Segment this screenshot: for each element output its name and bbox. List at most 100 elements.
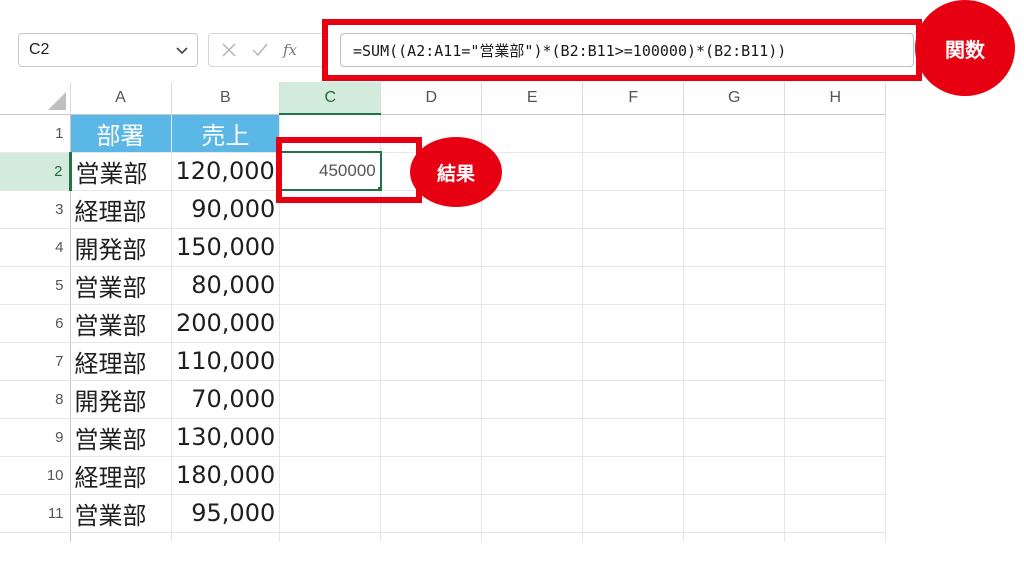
cell-c8[interactable] xyxy=(279,380,382,419)
cell-h2[interactable] xyxy=(784,152,887,191)
cell-h6[interactable] xyxy=(784,304,887,343)
column-header-b[interactable]: B xyxy=(171,82,281,115)
cell-e9[interactable] xyxy=(481,418,584,457)
cell-c9[interactable] xyxy=(279,418,382,457)
cell-b8[interactable]: 70,000 xyxy=(171,380,281,419)
cell-e10[interactable] xyxy=(481,456,584,495)
cell-h7[interactable] xyxy=(784,342,887,381)
cell-b5[interactable]: 80,000 xyxy=(171,266,281,305)
row-header[interactable]: 3 xyxy=(0,190,71,229)
cancel-icon[interactable] xyxy=(221,42,237,58)
cell-d5[interactable] xyxy=(380,266,483,305)
cell-d6[interactable] xyxy=(380,304,483,343)
cell-e8[interactable] xyxy=(481,380,584,419)
cell-h10[interactable] xyxy=(784,456,887,495)
cell-h8[interactable] xyxy=(784,380,887,419)
cell-a6[interactable]: 営業部 xyxy=(70,304,172,343)
cell-b7[interactable]: 110,000 xyxy=(171,342,281,381)
cell-b2[interactable]: 120,000 xyxy=(171,152,281,191)
cell-f4[interactable] xyxy=(582,228,685,267)
cell-h5[interactable] xyxy=(784,266,887,305)
cell-f3[interactable] xyxy=(582,190,685,229)
cell-f5[interactable] xyxy=(582,266,685,305)
cell-e1[interactable] xyxy=(481,114,584,153)
column-header-e[interactable]: E xyxy=(481,82,584,115)
cell-c4[interactable] xyxy=(279,228,382,267)
cell-b6[interactable]: 200,000 xyxy=(171,304,281,343)
cell-f1[interactable] xyxy=(582,114,685,153)
select-all-corner[interactable] xyxy=(0,82,71,115)
cell-a2[interactable]: 営業部 xyxy=(70,152,172,191)
cell-a8[interactable]: 開発部 xyxy=(70,380,172,419)
cell-a9[interactable]: 営業部 xyxy=(70,418,172,457)
cell-f12[interactable] xyxy=(582,532,685,542)
cell-h9[interactable] xyxy=(784,418,887,457)
cell-f9[interactable] xyxy=(582,418,685,457)
cell-e12[interactable] xyxy=(481,532,584,542)
cell-d7[interactable] xyxy=(380,342,483,381)
insert-function-icon[interactable]: fx xyxy=(283,41,297,59)
cell-h1[interactable] xyxy=(784,114,887,153)
cell-c5[interactable] xyxy=(279,266,382,305)
cell-h3[interactable] xyxy=(784,190,887,229)
cell-g8[interactable] xyxy=(683,380,786,419)
cell-e5[interactable] xyxy=(481,266,584,305)
cell-g10[interactable] xyxy=(683,456,786,495)
column-header-d[interactable]: D xyxy=(380,82,483,115)
cell-a4[interactable]: 開発部 xyxy=(70,228,172,267)
cell-d10[interactable] xyxy=(380,456,483,495)
cell-g9[interactable] xyxy=(683,418,786,457)
row-header[interactable] xyxy=(0,532,71,542)
cell-g11[interactable] xyxy=(683,494,786,533)
cell-f6[interactable] xyxy=(582,304,685,343)
cell-d12[interactable] xyxy=(380,532,483,542)
cell-c10[interactable] xyxy=(279,456,382,495)
cell-b4[interactable]: 150,000 xyxy=(171,228,281,267)
row-header[interactable]: 10 xyxy=(0,456,71,495)
column-header-f[interactable]: F xyxy=(582,82,685,115)
cell-e4[interactable] xyxy=(481,228,584,267)
cell-c11[interactable] xyxy=(279,494,382,533)
cell-g1[interactable] xyxy=(683,114,786,153)
cell-a1[interactable]: 部署 xyxy=(70,114,172,153)
cell-b11[interactable]: 95,000 xyxy=(171,494,281,533)
cell-b1[interactable]: 売上 xyxy=(171,114,281,153)
cell-c7[interactable] xyxy=(279,342,382,381)
cell-a5[interactable]: 営業部 xyxy=(70,266,172,305)
cell-b10[interactable]: 180,000 xyxy=(171,456,281,495)
row-header[interactable]: 7 xyxy=(0,342,71,381)
cell-c6[interactable] xyxy=(279,304,382,343)
cell-g5[interactable] xyxy=(683,266,786,305)
column-header-a[interactable]: A xyxy=(70,82,172,115)
cell-f2[interactable] xyxy=(582,152,685,191)
cell-a7[interactable]: 経理部 xyxy=(70,342,172,381)
column-header-h[interactable]: H xyxy=(784,82,887,115)
cell-d8[interactable] xyxy=(380,380,483,419)
row-header[interactable]: 9 xyxy=(0,418,71,457)
cell-g7[interactable] xyxy=(683,342,786,381)
cell-g6[interactable] xyxy=(683,304,786,343)
cell-a12[interactable] xyxy=(70,532,172,542)
row-header[interactable]: 4 xyxy=(0,228,71,267)
cell-b12[interactable] xyxy=(171,532,281,542)
cell-a11[interactable]: 営業部 xyxy=(70,494,172,533)
row-header[interactable]: 8 xyxy=(0,380,71,419)
cell-c12[interactable] xyxy=(279,532,382,542)
row-header[interactable]: 6 xyxy=(0,304,71,343)
chevron-down-icon[interactable] xyxy=(175,43,189,57)
column-header-c[interactable]: C xyxy=(279,82,382,115)
cell-e11[interactable] xyxy=(481,494,584,533)
cell-f11[interactable] xyxy=(582,494,685,533)
row-header[interactable]: 2 xyxy=(0,152,72,191)
cell-a3[interactable]: 経理部 xyxy=(70,190,172,229)
row-header[interactable]: 11 xyxy=(0,494,71,533)
cell-g12[interactable] xyxy=(683,532,786,542)
name-box[interactable]: C2 xyxy=(18,33,198,67)
row-header[interactable]: 1 xyxy=(0,114,71,153)
cell-f7[interactable] xyxy=(582,342,685,381)
cell-h4[interactable] xyxy=(784,228,887,267)
cell-a10[interactable]: 経理部 xyxy=(70,456,172,495)
cell-e3[interactable] xyxy=(481,190,584,229)
cell-d11[interactable] xyxy=(380,494,483,533)
cell-g4[interactable] xyxy=(683,228,786,267)
